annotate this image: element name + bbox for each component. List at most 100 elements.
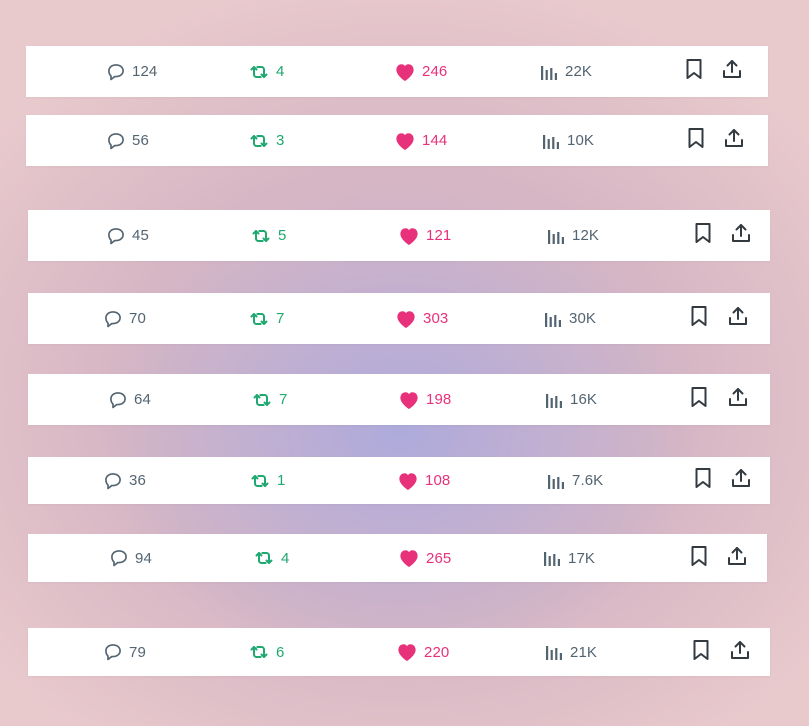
bookmark-button[interactable] xyxy=(688,628,714,676)
views-button[interactable]: 17K xyxy=(542,534,595,582)
repost-arrows-icon xyxy=(253,548,275,568)
reply-button[interactable]: 64 xyxy=(108,374,151,425)
reply-button[interactable]: 70 xyxy=(103,293,146,344)
share-button[interactable] xyxy=(719,46,745,97)
repost-button[interactable]: 3 xyxy=(248,115,284,166)
like-button[interactable]: 121 xyxy=(398,210,451,261)
tweet-action-bar: 94 4 265 17K xyxy=(28,534,767,582)
views-button[interactable]: 7.6K xyxy=(546,457,603,504)
comment-bubble-icon xyxy=(108,390,128,410)
comment-bubble-icon xyxy=(106,226,126,246)
bookmark-icon xyxy=(690,386,708,413)
reply-button[interactable]: 124 xyxy=(106,46,157,97)
view-count: 21K xyxy=(570,643,597,661)
share-upload-icon xyxy=(723,127,745,154)
repost-arrows-icon xyxy=(251,390,273,410)
bookmark-button[interactable] xyxy=(681,46,707,97)
share-button[interactable] xyxy=(725,374,751,425)
bookmark-button[interactable] xyxy=(690,457,716,504)
repost-button[interactable]: 1 xyxy=(249,457,285,504)
views-button[interactable]: 16K xyxy=(544,374,597,425)
like-count: 220 xyxy=(424,643,450,661)
share-button[interactable] xyxy=(728,210,754,261)
view-count: 7.6K xyxy=(572,472,604,489)
bar-chart-icon xyxy=(543,309,563,329)
reply-count: 94 xyxy=(135,549,152,567)
views-button[interactable]: 21K xyxy=(544,628,597,676)
views-button[interactable]: 12K xyxy=(546,210,599,261)
bar-chart-icon xyxy=(546,226,566,246)
bookmark-icon xyxy=(690,545,708,572)
heart-filled-icon xyxy=(396,642,418,662)
like-button[interactable]: 265 xyxy=(398,534,451,582)
bar-chart-icon xyxy=(542,548,562,568)
repost-count: 3 xyxy=(276,132,285,149)
reply-button[interactable]: 79 xyxy=(103,628,146,676)
reply-button[interactable]: 94 xyxy=(109,534,152,582)
reply-button[interactable]: 56 xyxy=(106,115,149,166)
repost-arrows-icon xyxy=(250,226,272,246)
reply-button[interactable]: 36 xyxy=(103,457,146,504)
like-button[interactable]: 246 xyxy=(394,46,447,97)
share-button[interactable] xyxy=(724,534,750,582)
tweet-action-bar: 64 7 198 16K xyxy=(28,374,770,425)
repost-arrows-icon xyxy=(249,471,271,491)
views-button[interactable]: 30K xyxy=(543,293,596,344)
view-count: 10K xyxy=(567,132,594,149)
repost-button[interactable]: 5 xyxy=(250,210,286,261)
repost-button[interactable]: 4 xyxy=(253,534,289,582)
bookmark-icon xyxy=(687,127,705,154)
bookmark-button[interactable] xyxy=(686,374,712,425)
share-upload-icon xyxy=(726,545,748,572)
repost-arrows-icon xyxy=(248,131,270,151)
like-button[interactable]: 144 xyxy=(394,115,447,166)
bookmark-button[interactable] xyxy=(686,534,712,582)
repost-button[interactable]: 7 xyxy=(251,374,287,425)
views-button[interactable]: 10K xyxy=(541,115,594,166)
like-count: 144 xyxy=(422,132,448,149)
heart-filled-icon xyxy=(398,226,420,246)
like-count: 303 xyxy=(423,310,449,327)
repost-count: 1 xyxy=(277,472,286,489)
repost-arrows-icon xyxy=(248,642,270,662)
comment-bubble-icon xyxy=(103,642,123,662)
heart-filled-icon xyxy=(397,471,419,491)
like-button[interactable]: 303 xyxy=(395,293,448,344)
bar-chart-icon xyxy=(544,642,564,662)
share-button[interactable] xyxy=(725,293,751,344)
share-upload-icon xyxy=(727,305,749,332)
bookmark-button[interactable] xyxy=(686,293,712,344)
tweet-action-bar: 79 6 220 21K xyxy=(28,628,770,676)
share-upload-icon xyxy=(727,386,749,413)
share-button[interactable] xyxy=(721,115,747,166)
bookmark-icon xyxy=(694,222,712,249)
tweet-action-bar: 70 7 303 30K xyxy=(28,293,770,344)
view-count: 22K xyxy=(565,63,592,80)
reply-button[interactable]: 45 xyxy=(106,210,149,261)
like-button[interactable]: 220 xyxy=(396,628,449,676)
share-button[interactable] xyxy=(727,628,753,676)
bookmark-button[interactable] xyxy=(690,210,716,261)
like-button[interactable]: 198 xyxy=(398,374,451,425)
tweet-action-bar: 124 4 246 22K xyxy=(26,46,768,97)
share-button[interactable] xyxy=(728,457,754,504)
reply-count: 124 xyxy=(132,63,158,80)
tweet-action-bar: 36 1 108 7.6K xyxy=(28,457,770,504)
like-count: 265 xyxy=(426,549,452,567)
reply-count: 79 xyxy=(129,643,146,661)
repost-button[interactable]: 6 xyxy=(248,628,284,676)
comment-bubble-icon xyxy=(103,471,123,491)
bookmark-icon xyxy=(692,639,710,666)
view-count: 17K xyxy=(568,549,595,567)
view-count: 16K xyxy=(570,391,597,408)
like-count: 246 xyxy=(422,63,448,80)
repost-button[interactable]: 7 xyxy=(248,293,284,344)
like-button[interactable]: 108 xyxy=(397,457,450,504)
like-count: 121 xyxy=(426,227,452,244)
repost-button[interactable]: 4 xyxy=(248,46,284,97)
share-upload-icon xyxy=(721,58,743,85)
bookmark-icon xyxy=(694,467,712,494)
reply-count: 70 xyxy=(129,310,146,327)
views-button[interactable]: 22K xyxy=(539,46,592,97)
bookmark-button[interactable] xyxy=(683,115,709,166)
